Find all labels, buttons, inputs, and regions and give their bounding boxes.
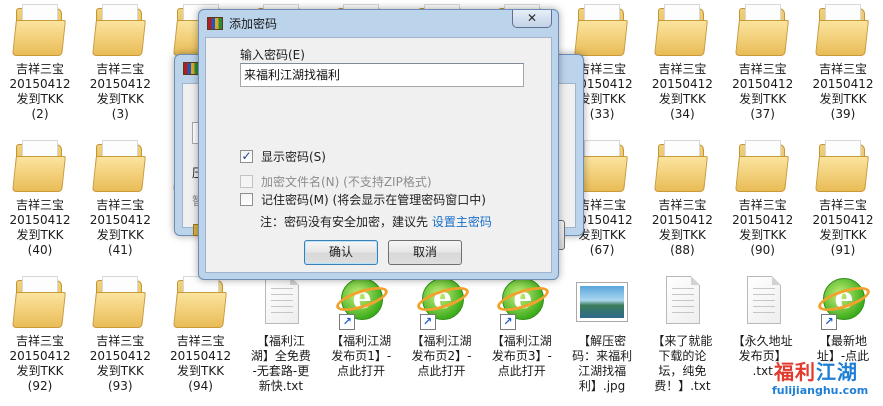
folder-icon (733, 0, 793, 60)
password-label: 输入密码(E) (240, 48, 305, 62)
item-label: 【福利江 湖】全免费 -无套路-更 新快.txt (250, 334, 311, 393)
item-label: 【福利江湖 发布页1】- 点此打开 (331, 334, 392, 378)
folder-icon (90, 272, 150, 332)
folder-item[interactable]: 吉祥三宝 20150412 发到TKK (41) (80, 136, 160, 258)
folder-item[interactable]: 吉祥三宝 20150412 发到TKK (3) (80, 0, 160, 122)
folder-icon (572, 0, 632, 60)
remember-password-label[interactable]: 记住密码(M) (将会显示在管理密码窗口中) (261, 191, 486, 208)
encrypt-filenames-checkbox (240, 175, 253, 188)
image-file-item[interactable]: 【解压密 码：来福利 江湖找福 利】.jpg (562, 272, 642, 394)
dialog-body: 输入密码(E) 来福利江湖找福利 ✓ 显示密码(S) 加密文件名(N) (不支持… (205, 37, 552, 273)
archive-app-icon (207, 16, 223, 30)
folder-icon (733, 136, 793, 196)
remember-password-checkbox-row[interactable]: 记住密码(M) (将会显示在管理密码窗口中) (240, 191, 486, 208)
item-label: 吉祥三宝 20150412 发到TKK (40) (9, 198, 71, 257)
text-file-item[interactable]: 【福利江 湖】全免费 -无套路-更 新快.txt (241, 272, 321, 394)
folder-icon (171, 272, 231, 332)
folder-icon (652, 136, 712, 196)
item-label: 吉祥三宝 20150412 发到TKK (92) (9, 334, 71, 393)
folder-item[interactable]: 吉祥三宝 20150412 发到TKK (92) (0, 272, 80, 394)
cancel-button[interactable]: 取消 (388, 240, 462, 265)
password-input[interactable]: 来福利江湖找福利 (240, 63, 524, 87)
confirm-button[interactable]: 确认 (304, 240, 378, 265)
item-label: 吉祥三宝 20150412 发到TKK (94) (170, 334, 232, 393)
shortcut-item[interactable]: e ↗ 【福利江湖 发布页1】- 点此打开 (321, 272, 401, 379)
item-label: 吉祥三宝 20150412 发到TKK (91) (812, 198, 874, 257)
archive-app-icon (183, 61, 199, 75)
folder-item[interactable]: 吉祥三宝 20150412 发到TKK (39) (803, 0, 883, 122)
folder-icon (90, 0, 150, 60)
security-note: 注：密码没有安全加密，建议先 设置主密码 (260, 213, 492, 230)
item-label: 【福利江湖 发布页3】- 点此打开 (491, 334, 552, 378)
encrypt-filenames-label: 加密文件名(N) (不支持ZIP格式) (261, 175, 432, 189)
folder-item[interactable]: 吉祥三宝 20150412 发到TKK (93) (80, 272, 160, 394)
item-label: 【来了就能 下载的论 坛，纯免 费！】.txt (652, 334, 713, 393)
item-label: 吉祥三宝 20150412 发到TKK (88) (651, 198, 713, 257)
folder-icon (90, 136, 150, 196)
item-label: 吉祥三宝 20150412 发到TKK (37) (732, 62, 794, 121)
close-icon: ✕ (526, 11, 538, 25)
shortcut-item[interactable]: e ↗ 【福利江湖 发布页2】- 点此打开 (402, 272, 482, 379)
add-password-dialog: 添加密码 ✕ 输入密码(E) 来福利江湖找福利 ✓ 显示密码(S) 加密文件名(… (198, 9, 559, 280)
security-note-text: 注：密码没有安全加密，建议先 (260, 215, 432, 229)
shortcut-item[interactable]: e ↗ 【最新地 址】-点此 (803, 272, 883, 364)
text-file-icon (652, 272, 712, 332)
encrypt-filenames-checkbox-row: 加密文件名(N) (不支持ZIP格式) (240, 173, 432, 190)
remember-password-checkbox[interactable] (240, 193, 253, 206)
folder-item[interactable]: 吉祥三宝 20150412 发到TKK (90) (723, 136, 803, 258)
dialog-titlebar: 添加密码 (199, 10, 558, 36)
item-label: 【解压密 码：来福利 江湖找福 利】.jpg (572, 334, 633, 393)
text-file-item[interactable]: 【来了就能 下载的论 坛，纯免 费！】.txt (642, 272, 722, 394)
browser-shortcut-icon: e ↗ (331, 272, 391, 332)
browser-shortcut-icon: e ↗ (412, 272, 472, 332)
item-label: 吉祥三宝 20150412 发到TKK (41) (89, 198, 151, 257)
folder-icon (10, 272, 70, 332)
folder-icon (10, 0, 70, 60)
folder-item[interactable]: 吉祥三宝 20150412 发到TKK (34) (642, 0, 722, 122)
item-label: 吉祥三宝 20150412 发到TKK (90) (732, 198, 794, 257)
item-label: 吉祥三宝 20150412 发到TKK (2) (9, 62, 71, 121)
site-watermark: 福利江湖 fulijianghu.com (770, 356, 880, 404)
folder-item[interactable]: 吉祥三宝 20150412 发到TKK (91) (803, 136, 883, 258)
folder-icon (10, 136, 70, 196)
item-label: 吉祥三宝 20150412 发到TKK (34) (651, 62, 713, 121)
browser-shortcut-icon: e ↗ (492, 272, 552, 332)
folder-icon (652, 0, 712, 60)
folder-icon (813, 136, 873, 196)
watermark-part2: 江湖 (816, 360, 858, 384)
item-label: 【福利江湖 发布页2】- 点此打开 (411, 334, 472, 378)
show-password-label[interactable]: 显示密码(S) (261, 148, 326, 165)
show-password-checkbox-row[interactable]: ✓ 显示密码(S) (240, 148, 326, 165)
folder-icon (813, 0, 873, 60)
watermark-url: fulijianghu.com (772, 384, 869, 397)
item-label: 吉祥三宝 20150412 发到TKK (93) (89, 334, 151, 393)
folder-item[interactable]: 吉祥三宝 20150412 发到TKK (37) (723, 0, 803, 122)
folder-item[interactable]: 吉祥三宝 20150412 发到TKK (88) (642, 136, 722, 258)
watermark-logo: 福利江湖 (774, 356, 858, 385)
item-label: 吉祥三宝 20150412 发到TKK (3) (89, 62, 151, 121)
browser-shortcut-icon: e ↗ (813, 272, 873, 332)
folder-item[interactable]: 吉祥三宝 20150412 发到TKK (2) (0, 0, 80, 122)
image-file-icon (572, 272, 632, 332)
dialog-title: 添加密码 (229, 16, 278, 31)
folder-item[interactable]: 吉祥三宝 20150412 发到TKK (40) (0, 136, 80, 258)
folder-item[interactable]: 吉祥三宝 20150412 发到TKK (94) (161, 272, 241, 394)
shortcut-item[interactable]: e ↗ 【福利江湖 发布页3】- 点此打开 (482, 272, 562, 379)
text-file-icon (251, 272, 311, 332)
text-file-icon (733, 272, 793, 332)
close-button[interactable]: ✕ (512, 10, 552, 28)
item-label: 吉祥三宝 20150412 发到TKK (39) (812, 62, 874, 121)
set-master-password-link[interactable]: 设置主密码 (432, 215, 492, 229)
watermark-part1: 福利 (774, 360, 816, 384)
show-password-checkbox[interactable]: ✓ (240, 150, 253, 163)
